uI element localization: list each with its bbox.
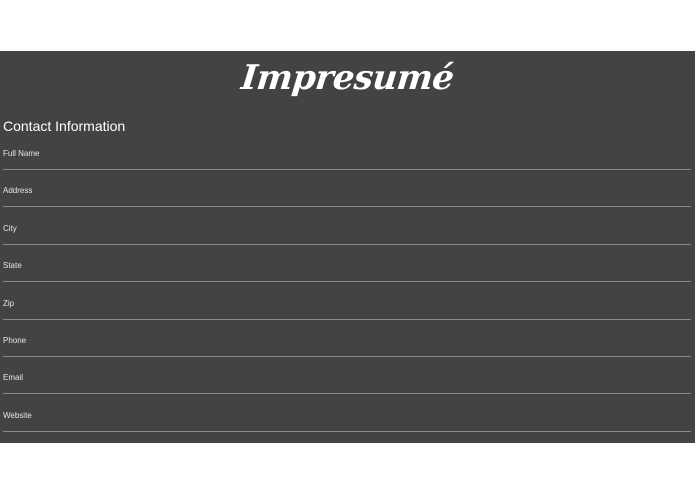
full-name-input[interactable]: [3, 159, 691, 169]
phone-label: Phone: [3, 336, 27, 345]
full-name-label: Full Name: [3, 149, 40, 158]
address-input[interactable]: [3, 196, 691, 206]
city-field[interactable]: City: [3, 224, 691, 245]
website-label: Website: [3, 411, 32, 420]
state-label: State: [3, 261, 22, 270]
email-field[interactable]: Email: [3, 373, 691, 394]
app-logo: Impresumé: [239, 58, 456, 98]
state-input[interactable]: [3, 271, 691, 281]
zip-label: Zip: [3, 299, 15, 308]
email-input[interactable]: [3, 383, 691, 393]
city-label: City: [3, 224, 17, 233]
contact-form-panel: Impresumé Contact Information Full Name …: [0, 51, 695, 443]
address-label: Address: [3, 186, 33, 195]
phone-input[interactable]: [3, 346, 691, 356]
section-title: Contact Information: [3, 118, 126, 134]
zip-input[interactable]: [3, 309, 691, 319]
website-input[interactable]: [3, 421, 691, 431]
state-field[interactable]: State: [3, 261, 691, 282]
address-field[interactable]: Address: [3, 186, 691, 207]
email-label: Email: [3, 373, 24, 382]
city-input[interactable]: [3, 234, 691, 244]
zip-field[interactable]: Zip: [3, 299, 691, 320]
website-field[interactable]: Website: [3, 411, 691, 432]
phone-field[interactable]: Phone: [3, 336, 691, 357]
full-name-field[interactable]: Full Name: [3, 149, 691, 170]
